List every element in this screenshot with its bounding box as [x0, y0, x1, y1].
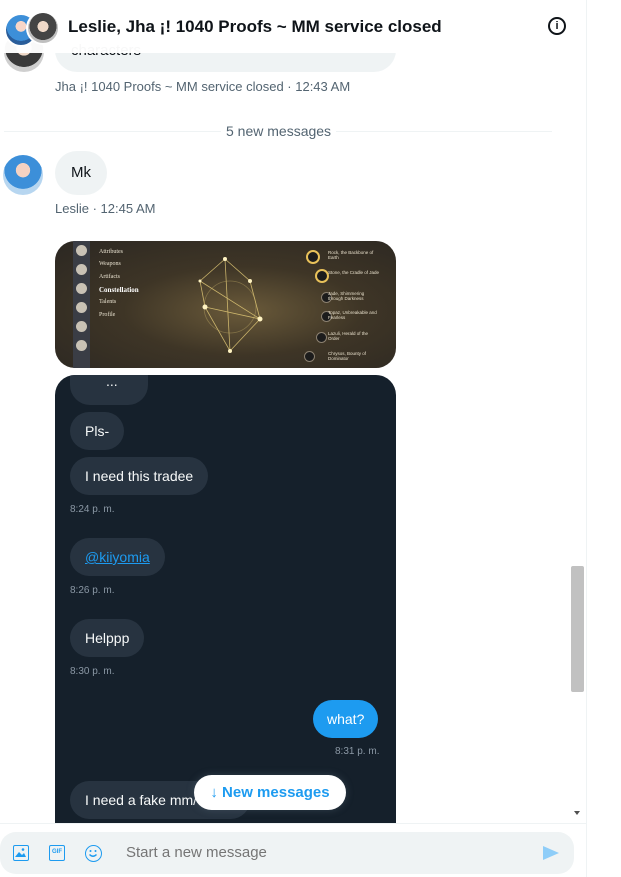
screenshot-time: 8:26 p. m.: [70, 585, 115, 596]
screenshot-time: 8:31 p. m.: [335, 746, 380, 757]
group-avatars[interactable]: [4, 7, 60, 47]
message-bubble-mk[interactable]: Mk: [55, 151, 107, 195]
chat-screenshot-image[interactable]: ... Pls- I need this tradee 8:24 p. m. @…: [55, 375, 396, 823]
conversation-header: Leslie, Jha ¡! 1040 Proofs ~ MM service …: [0, 0, 586, 53]
constellation-unlocked-icon: [315, 269, 329, 283]
screenshot-text-fake-mm: I need a fake mm/: [85, 792, 198, 808]
conversation-pane: characters Jha ¡! 1040 Proofs ~ MM servi…: [0, 0, 587, 877]
constellation-graphic: [198, 257, 263, 353]
message-list[interactable]: characters Jha ¡! 1040 Proofs ~ MM servi…: [0, 0, 571, 823]
emoji-icon[interactable]: [85, 845, 102, 862]
screenshot-mention-link: @kiiyomia: [85, 549, 150, 565]
game-screenshot-image[interactable]: Attributes Weapons Artifacts Constellati…: [55, 241, 396, 368]
screenshot-bubble-helppp: Helppp: [70, 619, 145, 657]
avatar-leslie[interactable]: [3, 155, 43, 195]
scrollbar-track[interactable]: [571, 53, 586, 823]
avatar-jha-small: [26, 10, 60, 45]
screenshot-bubble-mention: @kiiyomia: [70, 538, 165, 576]
screenshot-bubble-what: what?: [313, 700, 379, 738]
message-meta-prev: Jha ¡! 1040 Proofs ~ MM service closed ·…: [55, 79, 351, 94]
screenshot-time: 8:30 p. m.: [70, 666, 115, 677]
constellation-3: Jade, Shimmering through Darkness: [328, 291, 365, 301]
info-icon[interactable]: i: [548, 17, 566, 35]
screenshot-text-pls: Pls-: [85, 423, 110, 439]
message-input[interactable]: [126, 844, 526, 861]
screenshot-text-helppp: Helppp: [85, 630, 130, 646]
screenshot-bubble-partial: ...: [70, 375, 148, 405]
scrollbar-thumb[interactable]: [571, 566, 584, 692]
constellation-6: Chrysos, Bounty of Dominator: [328, 351, 367, 361]
constellation-1: Rock, the Backbone of Earth: [328, 250, 374, 260]
new-messages-divider-label: 5 new messages: [221, 123, 337, 139]
screenshot-text-partial: ...: [106, 375, 118, 389]
message-meta-mk: Leslie · 12:45 AM: [55, 201, 156, 216]
constellation-5: Lazuli, Herald of the Order: [328, 331, 369, 341]
lock-icon: [304, 351, 315, 362]
constellation-4: Topaz, Unbreakable and Fearless: [328, 310, 377, 320]
constellation-2: Stone, the Cradle of Jade: [328, 270, 380, 275]
screenshot-bubble-pls: Pls-: [70, 412, 125, 450]
message-text-mk: Mk: [71, 164, 91, 181]
screenshot-time: 8:24 p. m.: [70, 504, 115, 515]
new-messages-button[interactable]: ↓ New messages: [194, 775, 346, 810]
screenshot-text-what: what?: [327, 711, 365, 727]
conversation-title[interactable]: Leslie, Jha ¡! 1040 Proofs ~ MM service …: [68, 17, 442, 37]
gif-icon[interactable]: GIF: [49, 845, 65, 861]
scroll-down-arrow-icon[interactable]: [574, 811, 580, 815]
screenshot-bubble-tradee: I need this tradee: [70, 457, 209, 495]
screenshot-text-tradee: I need this tradee: [85, 468, 194, 484]
lock-icon: [316, 332, 327, 343]
send-icon[interactable]: [543, 846, 559, 860]
constellation-unlocked-icon: [306, 250, 320, 264]
image-icon[interactable]: [13, 845, 29, 861]
